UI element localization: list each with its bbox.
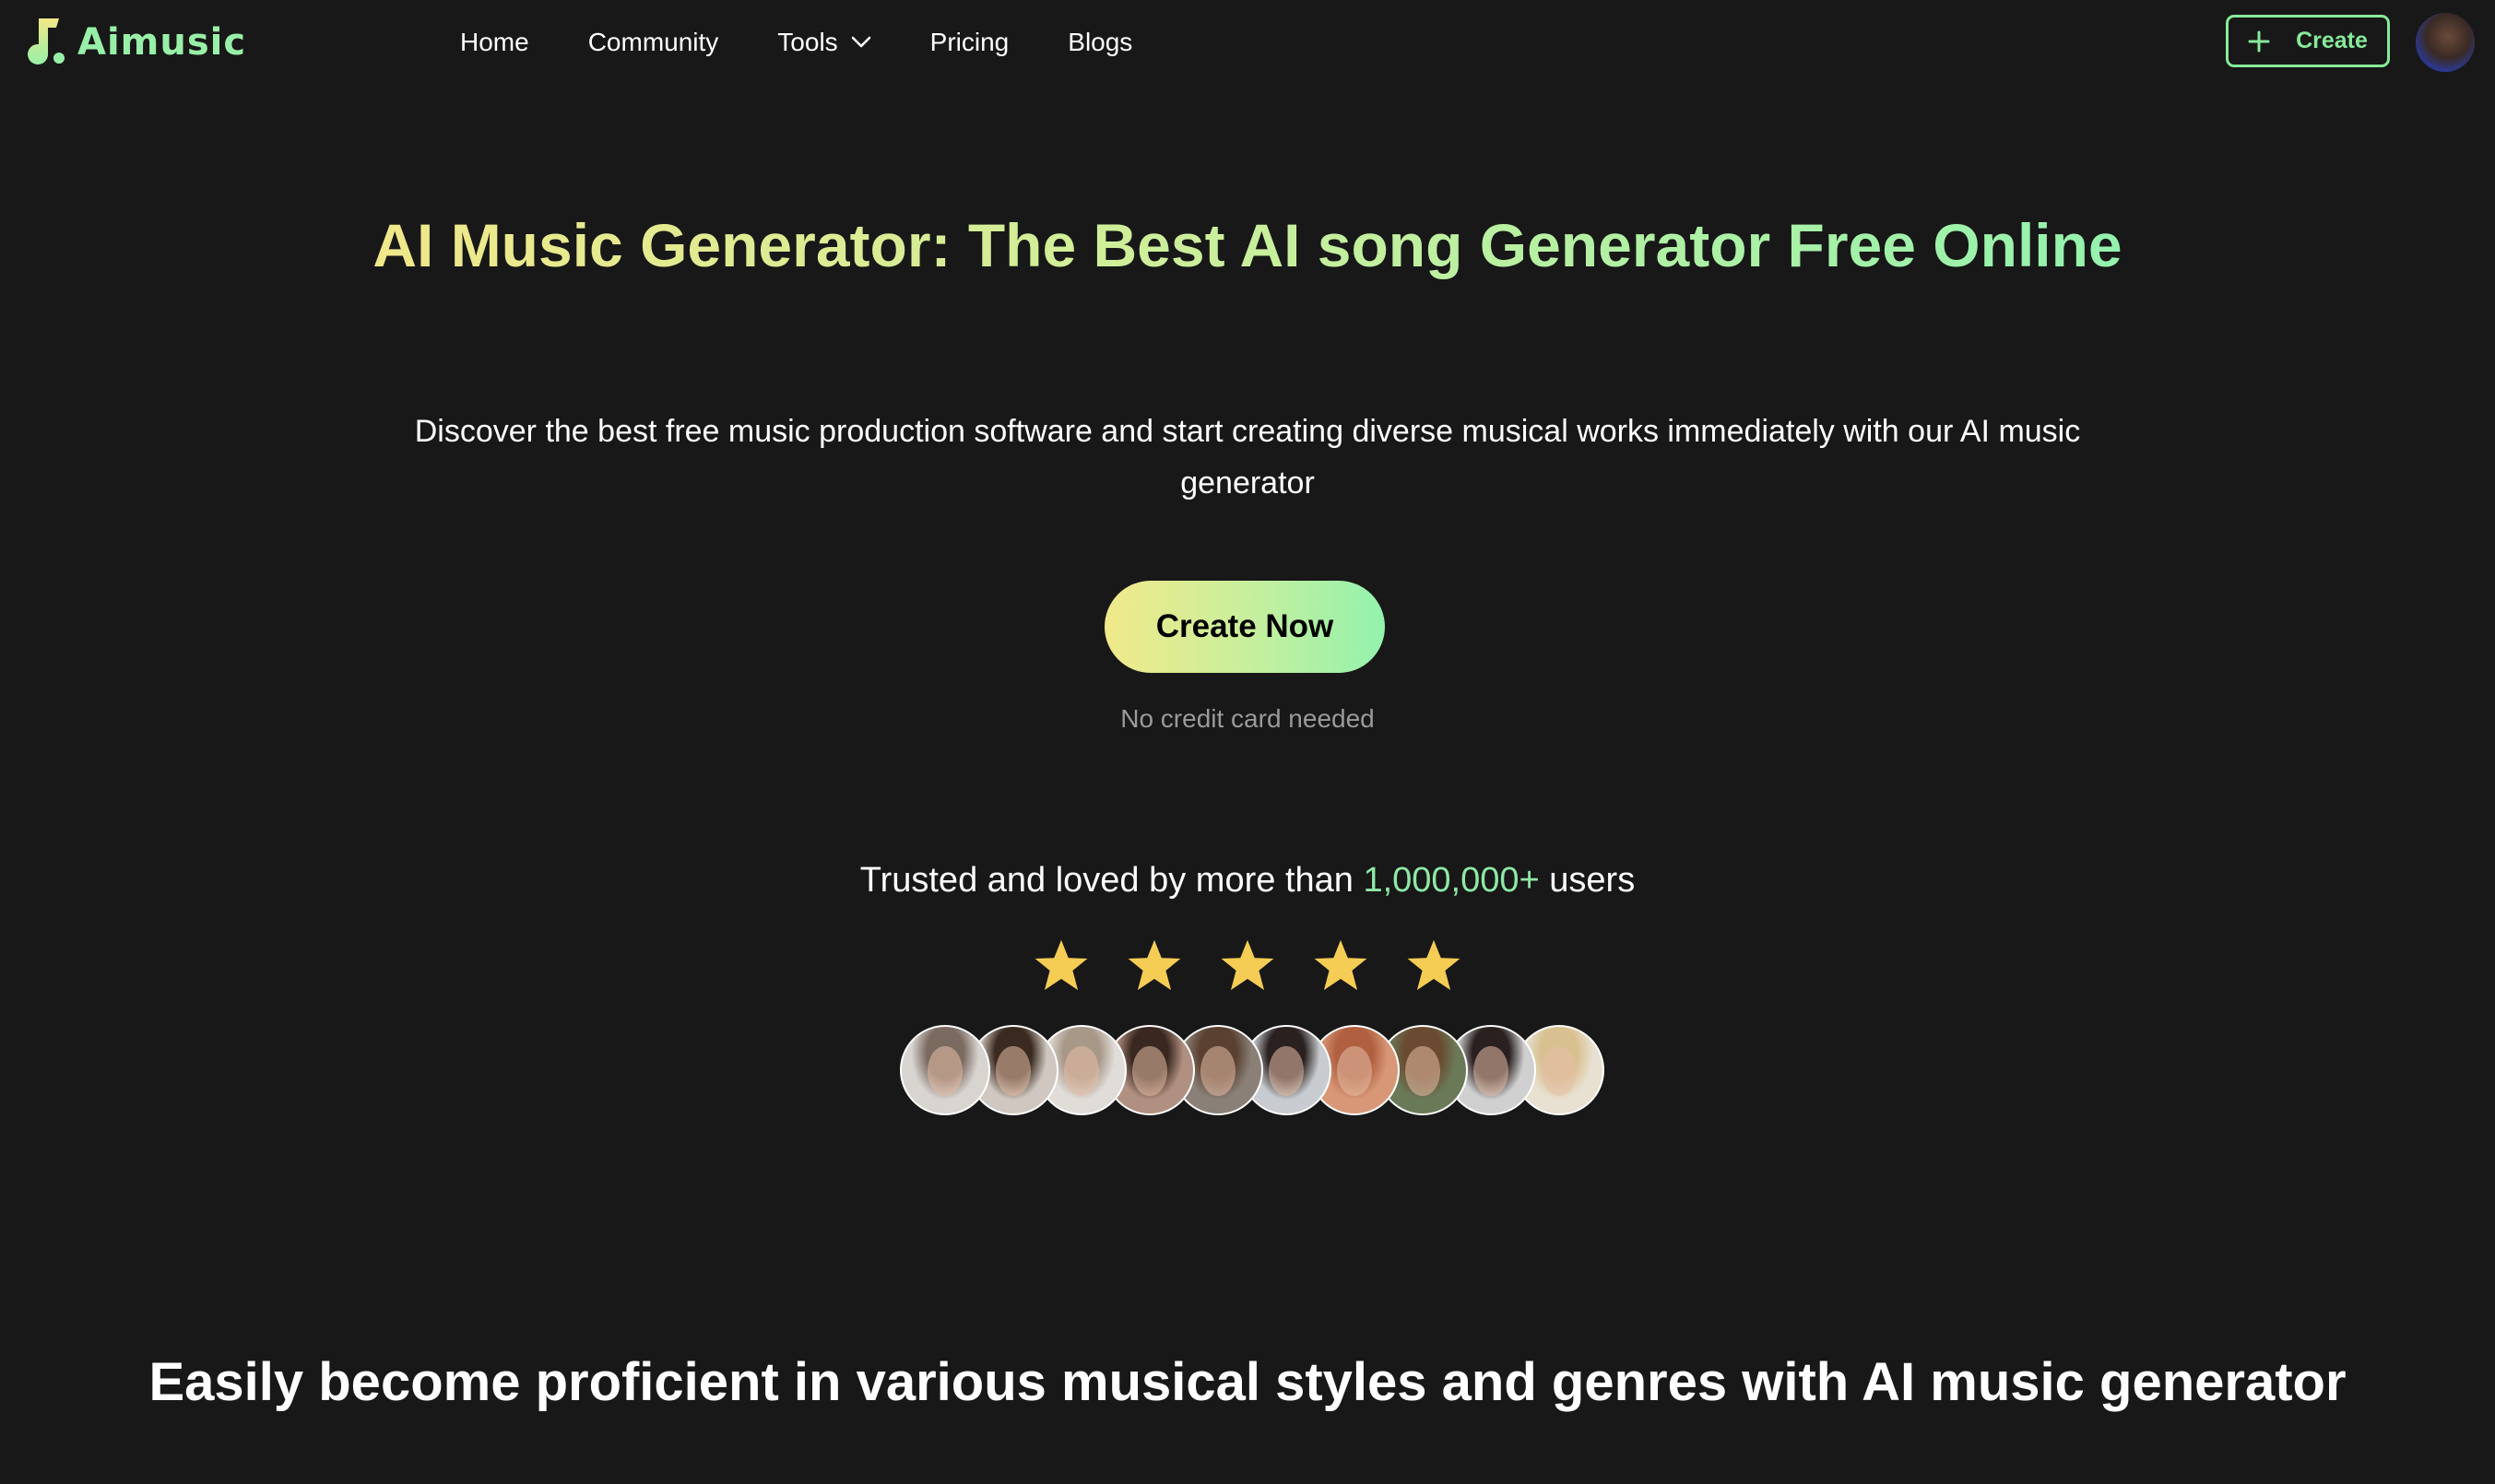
nav-link-tools-label: Tools: [777, 28, 838, 56]
star-icon: [1128, 939, 1181, 991]
star-icon: [1035, 939, 1088, 991]
create-button-label: Create: [2296, 28, 2368, 53]
trust-suffix: users: [1539, 861, 1636, 900]
nav-link-tools[interactable]: Tools: [777, 28, 870, 57]
top-navbar: Aimusic Home Community Tools Pricing Blo…: [0, 0, 2495, 85]
nav-link-blogs[interactable]: Blogs: [1068, 28, 1132, 57]
create-now-button[interactable]: Create Now: [1105, 581, 1385, 673]
logo-text: Aimusic: [77, 21, 247, 64]
user-avatar[interactable]: [2416, 13, 2475, 72]
trust-statement: Trusted and loved by more than 1,000,000…: [645, 861, 1850, 901]
music-note-icon: [28, 18, 65, 65]
logo-link[interactable]: Aimusic: [18, 18, 246, 66]
chevron-down-icon: [851, 36, 870, 48]
plus-icon: [2248, 30, 2270, 52]
hero-subtitle: Discover the best free music production …: [414, 414, 2081, 501]
star-icon: [1314, 939, 1367, 991]
section-title: Easily become proficient in various musi…: [148, 1352, 2347, 1412]
user-avatar-1: [900, 1025, 990, 1115]
main-nav: Home Community Tools Pricing Blogs: [460, 24, 1191, 61]
nav-link-community[interactable]: Community: [588, 28, 719, 57]
nav-link-pricing[interactable]: Pricing: [930, 28, 1010, 57]
hero-title-text: AI Music Generator: The Best AI song Gen…: [372, 211, 2123, 279]
star-icon: [1221, 939, 1274, 991]
trust-prefix: Trusted and loved by more than: [859, 861, 1364, 900]
star-rating: [1033, 936, 1462, 994]
hero-title: AI Music Generator: The Best AI song Gen…: [184, 208, 2311, 282]
create-button[interactable]: Create: [2226, 15, 2390, 67]
no-credit-card-note: No credit card needed: [1120, 704, 1375, 733]
user-avatars-row: [900, 1025, 1604, 1115]
nav-link-home[interactable]: Home: [460, 28, 529, 57]
user-count: 1,000,000+: [1363, 861, 1540, 900]
star-icon: [1407, 939, 1460, 991]
